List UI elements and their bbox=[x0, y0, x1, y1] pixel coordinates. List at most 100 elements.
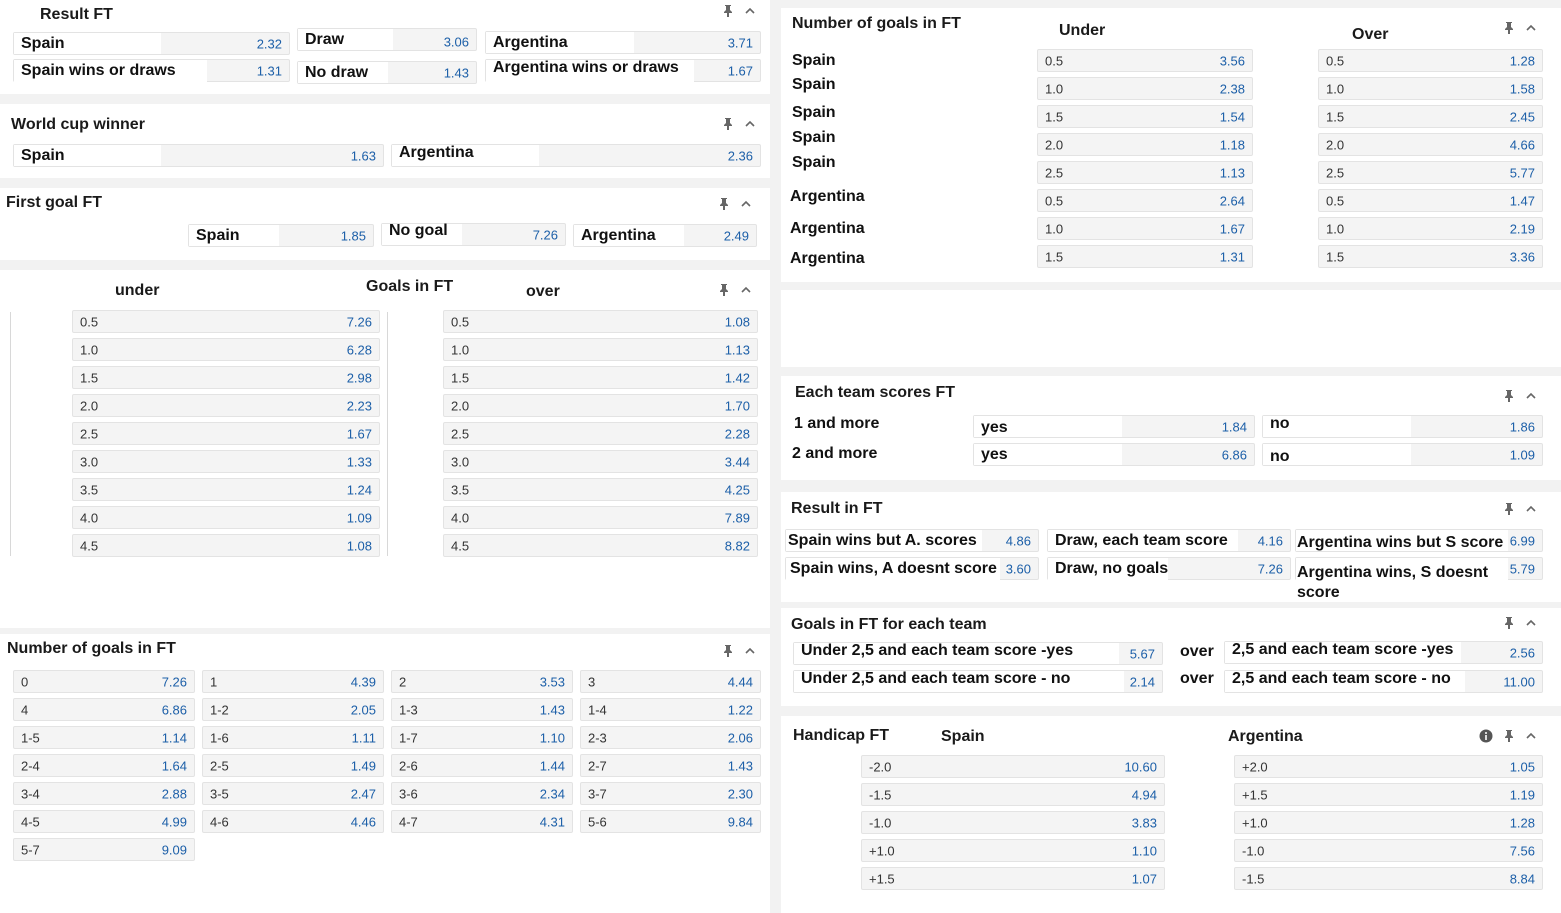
over-odds-button[interactable]: 2.5 2.28 bbox=[443, 422, 758, 445]
over-odds-button[interactable]: 4.5 8.82 bbox=[443, 534, 758, 557]
under-odds-button[interactable]: 1.0 1.67 bbox=[1037, 217, 1253, 240]
odds-button[interactable]: Argentina 2.49 bbox=[573, 224, 757, 247]
goal-count-odds-button[interactable]: 3-4 2.88 bbox=[13, 782, 195, 805]
goal-count-odds-button[interactable]: 1-3 1.43 bbox=[391, 698, 573, 721]
odds-button[interactable]: Under 2,5 and each team score -yes 5.67 bbox=[793, 642, 1163, 665]
goal-count-odds-button[interactable]: 5-7 9.09 bbox=[13, 838, 195, 861]
odds-button[interactable]: Argentina wins but S score 6.99 bbox=[1295, 529, 1543, 552]
over-odds-button[interactable]: 0.5 1.08 bbox=[443, 310, 758, 333]
odds-button[interactable]: Under 2,5 and each team score - no 2.14 bbox=[793, 670, 1163, 693]
goal-count-odds-button[interactable]: 1-6 1.11 bbox=[202, 726, 384, 749]
goal-count-odds-button[interactable]: 3-5 2.47 bbox=[202, 782, 384, 805]
over-odds-button[interactable]: 1.0 1.13 bbox=[443, 338, 758, 361]
over-odds-button[interactable]: 1.0 2.19 bbox=[1318, 217, 1543, 240]
info-icon[interactable] bbox=[1479, 729, 1493, 743]
goal-count-odds-button[interactable]: 4-7 4.31 bbox=[391, 810, 573, 833]
chevron-up-icon[interactable] bbox=[740, 198, 752, 210]
goal-count-odds-button[interactable]: 2 3.53 bbox=[391, 670, 573, 693]
goal-count-odds-button[interactable]: 1-5 1.14 bbox=[13, 726, 195, 749]
chevron-up-icon[interactable] bbox=[744, 118, 756, 130]
chevron-up-icon[interactable] bbox=[1525, 22, 1537, 34]
under-odds-button[interactable]: 1.0 6.28 bbox=[72, 338, 380, 361]
over-odds-button[interactable]: 1.5 3.36 bbox=[1318, 245, 1543, 268]
under-odds-button[interactable]: 2.0 1.18 bbox=[1037, 133, 1253, 156]
under-odds-button[interactable]: 1.5 2.98 bbox=[72, 366, 380, 389]
under-odds-button[interactable]: 1.5 1.31 bbox=[1037, 245, 1253, 268]
no-odds-button[interactable]: no 1.09 bbox=[1262, 443, 1543, 466]
odds-button[interactable]: Argentina 2.36 bbox=[391, 144, 761, 167]
goal-count-odds-button[interactable]: 4 6.86 bbox=[13, 698, 195, 721]
argentina-handicap-button[interactable]: +2.0 1.05 bbox=[1234, 755, 1543, 778]
chevron-up-icon[interactable] bbox=[740, 284, 752, 296]
chevron-up-icon[interactable] bbox=[744, 645, 756, 657]
goal-count-odds-button[interactable]: 1-4 1.22 bbox=[580, 698, 761, 721]
over-odds-button[interactable]: 1.5 2.45 bbox=[1318, 105, 1543, 128]
goal-count-odds-button[interactable]: 0 7.26 bbox=[13, 670, 195, 693]
odds-button[interactable]: Spain wins, A doesnt score 3.60 bbox=[785, 557, 1039, 602]
pin-icon[interactable] bbox=[722, 117, 734, 131]
goal-count-odds-button[interactable]: 3-6 2.34 bbox=[391, 782, 573, 805]
over-odds-button[interactable]: 1.0 1.58 bbox=[1318, 77, 1543, 100]
pin-icon[interactable] bbox=[1503, 729, 1515, 743]
odds-button[interactable]: Spain 2.32 bbox=[13, 32, 290, 55]
chevron-up-icon[interactable] bbox=[744, 5, 756, 17]
chevron-up-icon[interactable] bbox=[1525, 390, 1537, 402]
goal-count-odds-button[interactable]: 3 4.44 bbox=[580, 670, 761, 693]
odds-button[interactable]: No goal 7.26 bbox=[381, 222, 566, 246]
over-odds-button[interactable]: 0.5 1.47 bbox=[1318, 189, 1543, 212]
pin-icon[interactable] bbox=[718, 197, 730, 211]
goal-count-odds-button[interactable]: 4-5 4.99 bbox=[13, 810, 195, 833]
over-odds-button[interactable]: 1.5 1.42 bbox=[443, 366, 758, 389]
pin-icon[interactable] bbox=[1503, 502, 1515, 516]
odds-button[interactable]: Draw, each team score 4.16 bbox=[1047, 529, 1291, 552]
goal-count-odds-button[interactable]: 2-4 1.64 bbox=[13, 754, 195, 777]
odds-button[interactable]: Spain wins but A. scores 4.86 bbox=[785, 529, 1039, 552]
under-odds-button[interactable]: 2.0 2.23 bbox=[72, 394, 380, 417]
over-odds-button[interactable]: 3.0 3.44 bbox=[443, 450, 758, 473]
odds-button[interactable]: Argentina wins or draws 1.67 bbox=[485, 59, 761, 102]
odds-button[interactable]: Draw 3.06 bbox=[297, 28, 477, 51]
under-odds-button[interactable]: 0.5 2.64 bbox=[1037, 189, 1253, 212]
over-odds-button[interactable]: 3.5 4.25 bbox=[443, 478, 758, 501]
pin-icon[interactable] bbox=[1503, 21, 1515, 35]
over-odds-button[interactable]: 4.0 7.89 bbox=[443, 506, 758, 529]
under-odds-button[interactable]: 0.5 3.56 bbox=[1037, 49, 1253, 72]
goal-count-odds-button[interactable]: 5-6 9.84 bbox=[580, 810, 761, 833]
odds-button[interactable]: 2,5 and each team score - no 11.00 bbox=[1224, 670, 1543, 693]
odds-button[interactable]: Spain 1.85 bbox=[188, 224, 374, 247]
under-odds-button[interactable]: 4.0 1.09 bbox=[72, 506, 380, 529]
under-odds-button[interactable]: 2.5 1.13 bbox=[1037, 161, 1253, 184]
pin-icon[interactable] bbox=[1503, 389, 1515, 403]
pin-icon[interactable] bbox=[718, 283, 730, 297]
under-odds-button[interactable]: 4.5 1.08 bbox=[72, 534, 380, 557]
goal-count-odds-button[interactable]: 2-5 1.49 bbox=[202, 754, 384, 777]
yes-odds-button[interactable]: yes 1.84 bbox=[973, 415, 1255, 438]
over-odds-button[interactable]: 2.0 1.70 bbox=[443, 394, 758, 417]
under-odds-button[interactable]: 2.5 1.67 bbox=[72, 422, 380, 445]
goal-count-odds-button[interactable]: 4-6 4.46 bbox=[202, 810, 384, 833]
argentina-handicap-button[interactable]: +1.0 1.28 bbox=[1234, 811, 1543, 834]
under-odds-button[interactable]: 3.5 1.24 bbox=[72, 478, 380, 501]
chevron-up-icon[interactable] bbox=[1525, 730, 1537, 742]
under-odds-button[interactable]: 3.0 1.33 bbox=[72, 450, 380, 473]
spain-handicap-button[interactable]: -1.0 3.83 bbox=[861, 811, 1165, 834]
pin-icon[interactable] bbox=[722, 4, 734, 18]
yes-odds-button[interactable]: yes 6.86 bbox=[973, 443, 1255, 466]
spain-handicap-button[interactable]: -2.0 10.60 bbox=[861, 755, 1165, 778]
pin-icon[interactable] bbox=[1503, 616, 1515, 630]
under-odds-button[interactable]: 1.0 2.38 bbox=[1037, 77, 1253, 100]
spain-handicap-button[interactable]: +1.5 1.07 bbox=[861, 867, 1165, 890]
odds-button[interactable]: Draw, no goals 7.26 bbox=[1047, 557, 1291, 602]
goal-count-odds-button[interactable]: 2-3 2.06 bbox=[580, 726, 761, 749]
no-odds-button[interactable]: no 1.86 bbox=[1262, 415, 1543, 438]
spain-handicap-button[interactable]: +1.0 1.10 bbox=[861, 839, 1165, 862]
odds-button[interactable]: Spain 1.63 bbox=[13, 144, 384, 167]
over-odds-button[interactable]: 2.5 5.77 bbox=[1318, 161, 1543, 184]
chevron-up-icon[interactable] bbox=[1525, 503, 1537, 515]
odds-button[interactable]: Argentina 3.71 bbox=[485, 31, 761, 54]
odds-button[interactable]: Argentina wins, S doesnt score 5.79 bbox=[1295, 557, 1543, 602]
goal-count-odds-button[interactable]: 1 4.39 bbox=[202, 670, 384, 693]
odds-button[interactable]: No draw 1.43 bbox=[297, 61, 477, 84]
argentina-handicap-button[interactable]: -1.0 7.56 bbox=[1234, 839, 1543, 862]
odds-button[interactable]: 2,5 and each team score -yes 2.56 bbox=[1224, 641, 1543, 664]
